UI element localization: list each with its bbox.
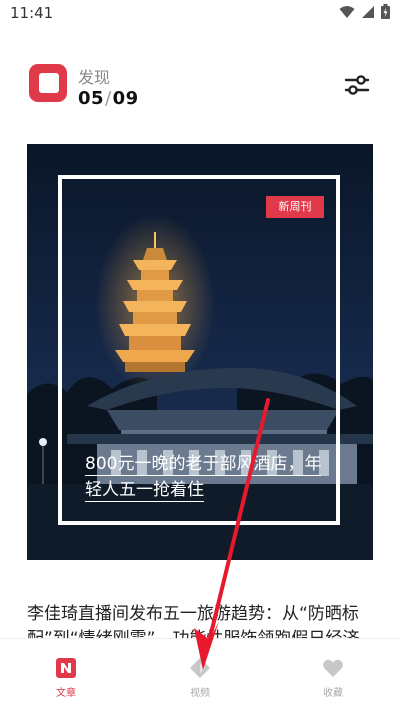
article-icon (56, 658, 76, 678)
tab-articles[interactable]: 文章 (36, 657, 96, 699)
card-title[interactable]: 800元一晚的老于部风酒店，年轻人五一抢着住 (85, 451, 325, 503)
tab-favorites[interactable]: 收藏 (303, 657, 363, 699)
date-current: 05 (78, 88, 105, 109)
tab-videos-label: 视频 (190, 688, 210, 699)
feature-card[interactable]: 新周刊 800元一晚的老于部风酒店，年轻人五一抢着住 (27, 144, 373, 560)
bottom-tab-bar: 文章 视频 收藏 (0, 638, 400, 712)
tab-videos[interactable]: 视频 (170, 657, 230, 699)
date-total: 09 (112, 88, 139, 109)
app-logo (29, 64, 67, 102)
status-bar: 11:41 (0, 0, 400, 28)
header: 发现 05/09 (0, 56, 400, 116)
page-title: 发现 (78, 68, 111, 87)
status-icons (339, 4, 390, 19)
article-headline[interactable]: 李佳琦直播间发布五一旅游趋势：从“防晒标配”到“情绪刚需”，功能性服饰领跑假日经… (27, 602, 375, 638)
heart-icon (323, 659, 343, 677)
tab-articles-label: 文章 (56, 688, 76, 699)
wifi-icon (339, 5, 355, 18)
battery-icon (381, 4, 390, 19)
tab-favorites-label: 收藏 (323, 688, 343, 699)
video-icon (190, 658, 210, 678)
date-separator: / (105, 88, 112, 109)
card-title-text: 800元一晚的老于部风酒店，年轻人五一抢着住 (85, 454, 322, 502)
signal-icon (362, 5, 374, 18)
card-badge: 新周刊 (266, 196, 324, 218)
status-time: 11:41 (10, 4, 54, 22)
sliders-icon[interactable] (342, 70, 372, 100)
issue-date: 05/09 (78, 88, 139, 109)
